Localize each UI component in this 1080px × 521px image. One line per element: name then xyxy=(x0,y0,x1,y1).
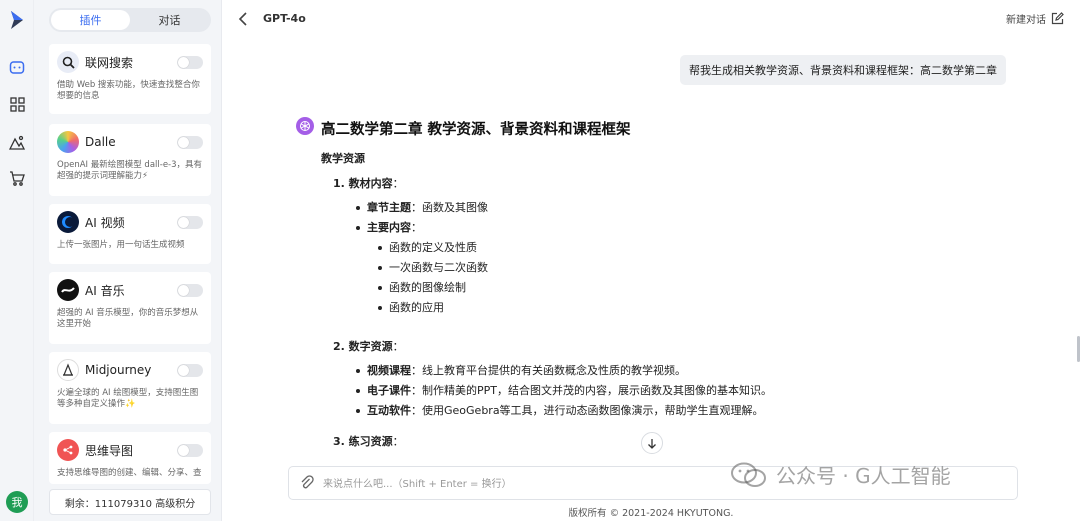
plugin-card-mindmap[interactable]: 思维导图 支持思维导图的创建、编辑、分享、查 xyxy=(49,432,211,484)
plugin-toggle[interactable] xyxy=(177,215,203,229)
app-logo-icon[interactable] xyxy=(9,10,25,30)
item-label: 1. 教材内容 xyxy=(333,177,393,190)
gpt-avatar-icon xyxy=(296,117,314,135)
list-item-practice: 3. 练习资源： xyxy=(333,435,404,448)
plugin-name: Midjourney xyxy=(85,363,152,377)
new-chat-label: 新建对话 xyxy=(1006,15,1046,26)
dalle-icon xyxy=(57,131,79,153)
edit-icon xyxy=(1051,12,1064,25)
plugin-desc: 借助 Web 搜索功能，快速查找整合你想要的信息 xyxy=(57,80,200,101)
model-name[interactable]: GPT-4o xyxy=(263,12,306,25)
list-item: 视频课程：线上教育平台提供的有关函数概念及性质的教学视频。 xyxy=(356,361,1011,381)
chat-nav-icon[interactable] xyxy=(7,58,27,78)
list-item: 函数的定义及性质 xyxy=(378,238,1011,258)
tab-plugins[interactable]: 插件 xyxy=(51,10,130,30)
list-item: 互动软件：使用GeoGebra等工具，进行动态函数图像演示，帮助学生直观理解。 xyxy=(356,401,1011,421)
ai-music-icon xyxy=(57,279,79,301)
ai-video-icon xyxy=(57,211,79,233)
list-item: 电子课件：制作精美的PPT，结合图文并茂的内容，展示函数及其图像的基本知识。 xyxy=(356,381,1011,401)
plugin-name: 思维导图 xyxy=(85,443,134,458)
app-rail: 我 xyxy=(0,0,34,521)
back-chevron-icon[interactable] xyxy=(236,10,252,28)
list-item-textbook: 1. 教材内容： 章节主题：函数及其图像 主要内容： 函数的定义及性质 一次函数… xyxy=(333,175,1011,314)
plugin-name: 联网搜索 xyxy=(85,55,134,70)
plugin-desc: OpenAI 最新绘图模型 dall-e-3，具有超强的提示词理解能力⚡ xyxy=(57,160,203,181)
plugin-name: AI 视频 xyxy=(85,215,125,230)
plugin-desc: 超强的 AI 音乐模型，你的音乐梦想从这里开始 xyxy=(57,308,199,329)
user-message: 帮我生成相关教学资源、背景资料和课程框架：高二数学第二章 xyxy=(680,55,1006,85)
cart-icon[interactable] xyxy=(7,168,27,188)
plugin-toggle[interactable] xyxy=(177,363,203,377)
plugin-panel: 插件 对话 联网搜索 借助 Web 搜索功能，快速查找整合你想要的信息 Dall… xyxy=(34,0,222,521)
plugin-name: AI 音乐 xyxy=(85,283,125,298)
arrow-down-icon xyxy=(648,438,656,449)
watermark-text: 公众号 · G人工智能 xyxy=(776,464,951,488)
answer-body: 教学资源 1. 教材内容： 章节主题：函数及其图像 主要内容： 函数的定义及性质… xyxy=(321,150,1011,457)
list-item: 主要内容： 函数的定义及性质 一次函数与二次函数 函数的图像绘制 函数的应用 xyxy=(356,218,1011,314)
answer-title: 高二数学第二章 教学资源、背景资料和课程框架 xyxy=(321,122,631,138)
plugin-toggle[interactable] xyxy=(177,283,203,297)
plugin-card-midjourney[interactable]: Midjourney 火遍全球的 AI 绘图模型，支持图生图等多种自定义操作✨ xyxy=(49,352,211,424)
list-item: 函数的图像绘制 xyxy=(378,278,1011,298)
list-item-digital: 2. 数字资源： 视频课程：线上教育平台提供的有关函数概念及性质的教学视频。 电… xyxy=(333,338,1011,421)
mindmap-icon xyxy=(57,439,79,461)
panel-tab-switch: 插件 对话 xyxy=(49,8,211,32)
list-item: 函数的应用 xyxy=(378,298,1011,318)
plugin-card-ai-music[interactable]: AI 音乐 超强的 AI 音乐模型，你的音乐梦想从这里开始 xyxy=(49,272,211,344)
copyright-footer: 版权所有 © 2021-2024 HKYUTONG. xyxy=(568,508,734,519)
tab-conversations[interactable]: 对话 xyxy=(130,10,209,30)
plugin-desc: 支持思维导图的创建、编辑、分享、查 xyxy=(57,468,202,478)
list-item: 章节主题：函数及其图像 xyxy=(356,198,1011,218)
wechat-logo-icon xyxy=(731,462,766,487)
search-icon xyxy=(57,51,79,73)
item-label: 3. 练习资源 xyxy=(333,435,393,448)
plugin-toggle[interactable] xyxy=(177,55,203,69)
section-heading: 教学资源 xyxy=(321,152,365,165)
plugin-card-dalle[interactable]: Dalle OpenAI 最新绘图模型 dall-e-3，具有超强的提示词理解能… xyxy=(49,124,211,196)
plugin-desc: 上传一张图片，用一句话生成视频 xyxy=(57,240,185,250)
wechat-watermark: 公众号 · G人工智能 xyxy=(730,460,951,489)
chat-main: GPT-4o 新建对话 帮我生成相关教学资源、背景资料和课程框架：高二数学第二章… xyxy=(222,0,1080,521)
plugin-card-web-search[interactable]: 联网搜索 借助 Web 搜索功能，快速查找整合你想要的信息 xyxy=(49,44,211,114)
plugin-card-ai-video[interactable]: AI 视频 上传一张图片，用一句话生成视频 xyxy=(49,204,211,264)
plugin-toggle[interactable] xyxy=(177,443,203,457)
list-item: 一次函数与二次函数 xyxy=(378,258,1011,278)
plugin-name: Dalle xyxy=(85,135,116,149)
apps-grid-icon[interactable] xyxy=(7,94,27,114)
new-chat-button[interactable]: 新建对话 xyxy=(1006,11,1064,26)
image-gallery-icon[interactable] xyxy=(7,132,27,152)
plugin-desc: 火遍全球的 AI 绘图模型，支持图生图等多种自定义操作✨ xyxy=(57,388,199,409)
plugin-toggle[interactable] xyxy=(177,135,203,149)
attachment-icon[interactable] xyxy=(299,475,315,491)
item-label: 2. 数字资源 xyxy=(333,340,393,353)
midjourney-icon xyxy=(57,359,79,381)
user-avatar[interactable]: 我 xyxy=(6,491,28,513)
scroll-to-bottom-button[interactable] xyxy=(641,432,663,454)
credits-balance[interactable]: 剩余：111079310 高级积分 xyxy=(49,489,211,515)
